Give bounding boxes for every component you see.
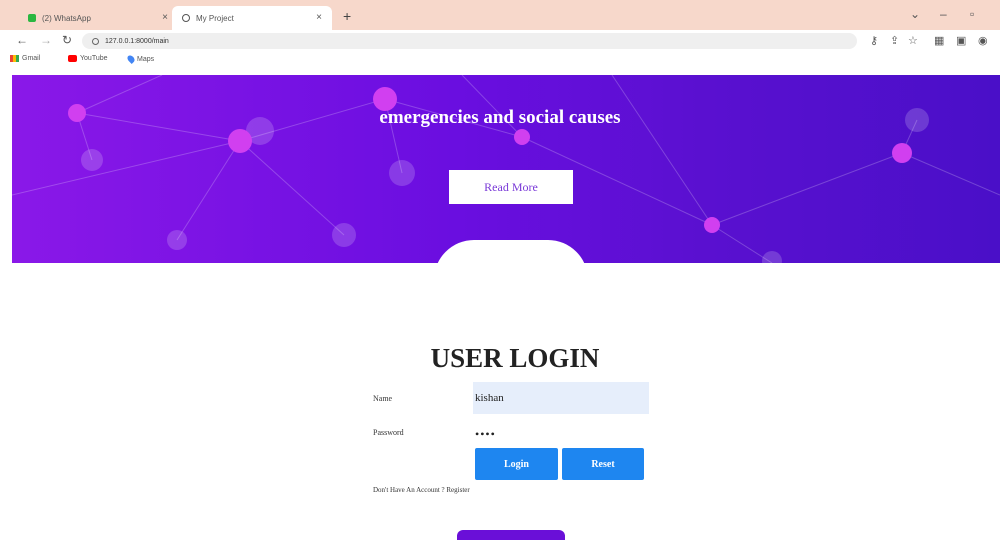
hero-banner: emergencies and social causes Read More <box>12 75 1000 263</box>
read-more-button[interactable]: Read More <box>449 170 573 204</box>
minimize-icon[interactable]: – <box>940 7 947 21</box>
hero-headline: emergencies and social causes <box>379 107 621 128</box>
hero-bottom-tab <box>434 240 588 263</box>
bookmark-maps[interactable]: Maps <box>126 54 155 64</box>
tab-whatsapp[interactable]: (2) WhatsApp × <box>18 6 178 30</box>
bookmark-label: Maps <box>137 55 155 63</box>
register-prompt: Don't Have An Account ? Register <box>373 486 470 494</box>
register-link[interactable]: Register <box>446 486 469 494</box>
whatsapp-icon <box>28 14 36 22</box>
bookmark-label: Gmail <box>22 55 41 62</box>
bookmark-gmail[interactable]: Gmail <box>10 55 40 62</box>
tab-label: (2) WhatsApp <box>42 13 91 23</box>
profile-icon[interactable]: ◉ <box>978 34 988 47</box>
tab-label: My Project <box>196 13 234 23</box>
restore-icon[interactable]: ▫ <box>970 7 974 21</box>
bookmarks-bar: Gmail YouTube Maps <box>0 52 1000 68</box>
name-label: Name <box>373 394 393 403</box>
key-icon[interactable]: ⚷ <box>870 34 878 47</box>
chevron-down-icon[interactable]: ⌄ <box>910 7 920 21</box>
name-input[interactable] <box>473 382 649 414</box>
close-tab-icon[interactable]: × <box>316 12 322 23</box>
login-title: USER LOGIN <box>430 343 600 373</box>
address-bar-row: ← → ↻ 127.0.0.1:8000/main ⚷ ⇪ ☆ ▦ ▣ ◉ <box>0 30 1000 52</box>
new-tab-button[interactable]: + <box>343 8 351 24</box>
globe-icon <box>182 14 190 22</box>
register-prefix: Don't Have An Account ? <box>373 486 445 494</box>
gmail-icon <box>10 55 19 62</box>
footer-button[interactable] <box>457 530 565 540</box>
url-text: 127.0.0.1:8000/main <box>105 37 169 45</box>
reload-icon[interactable]: ↻ <box>62 33 72 47</box>
browser-tab-strip: (2) WhatsApp × My Project × + ⌄ – ▫ <box>0 0 1000 30</box>
password-input[interactable] <box>473 418 649 450</box>
youtube-icon <box>68 55 77 62</box>
back-icon[interactable]: ← <box>16 33 28 47</box>
bookmark-label: YouTube <box>80 55 108 62</box>
maps-icon <box>126 54 136 64</box>
reset-button[interactable]: Reset <box>562 448 644 480</box>
site-info-icon[interactable] <box>92 37 99 45</box>
login-button[interactable]: Login <box>475 448 558 480</box>
extensions-icon[interactable]: ▦ <box>934 34 944 47</box>
star-icon[interactable]: ☆ <box>908 34 918 47</box>
url-input[interactable]: 127.0.0.1:8000/main <box>82 33 857 49</box>
network-background <box>12 75 1000 263</box>
sidepanel-icon[interactable]: ▣ <box>956 34 966 47</box>
close-tab-icon[interactable]: × <box>162 12 168 23</box>
tab-my-project[interactable]: My Project × <box>172 6 332 30</box>
forward-icon[interactable]: → <box>40 33 52 47</box>
share-icon[interactable]: ⇪ <box>890 34 899 47</box>
bookmark-youtube[interactable]: YouTube <box>68 55 108 62</box>
password-label: Password <box>373 428 404 437</box>
